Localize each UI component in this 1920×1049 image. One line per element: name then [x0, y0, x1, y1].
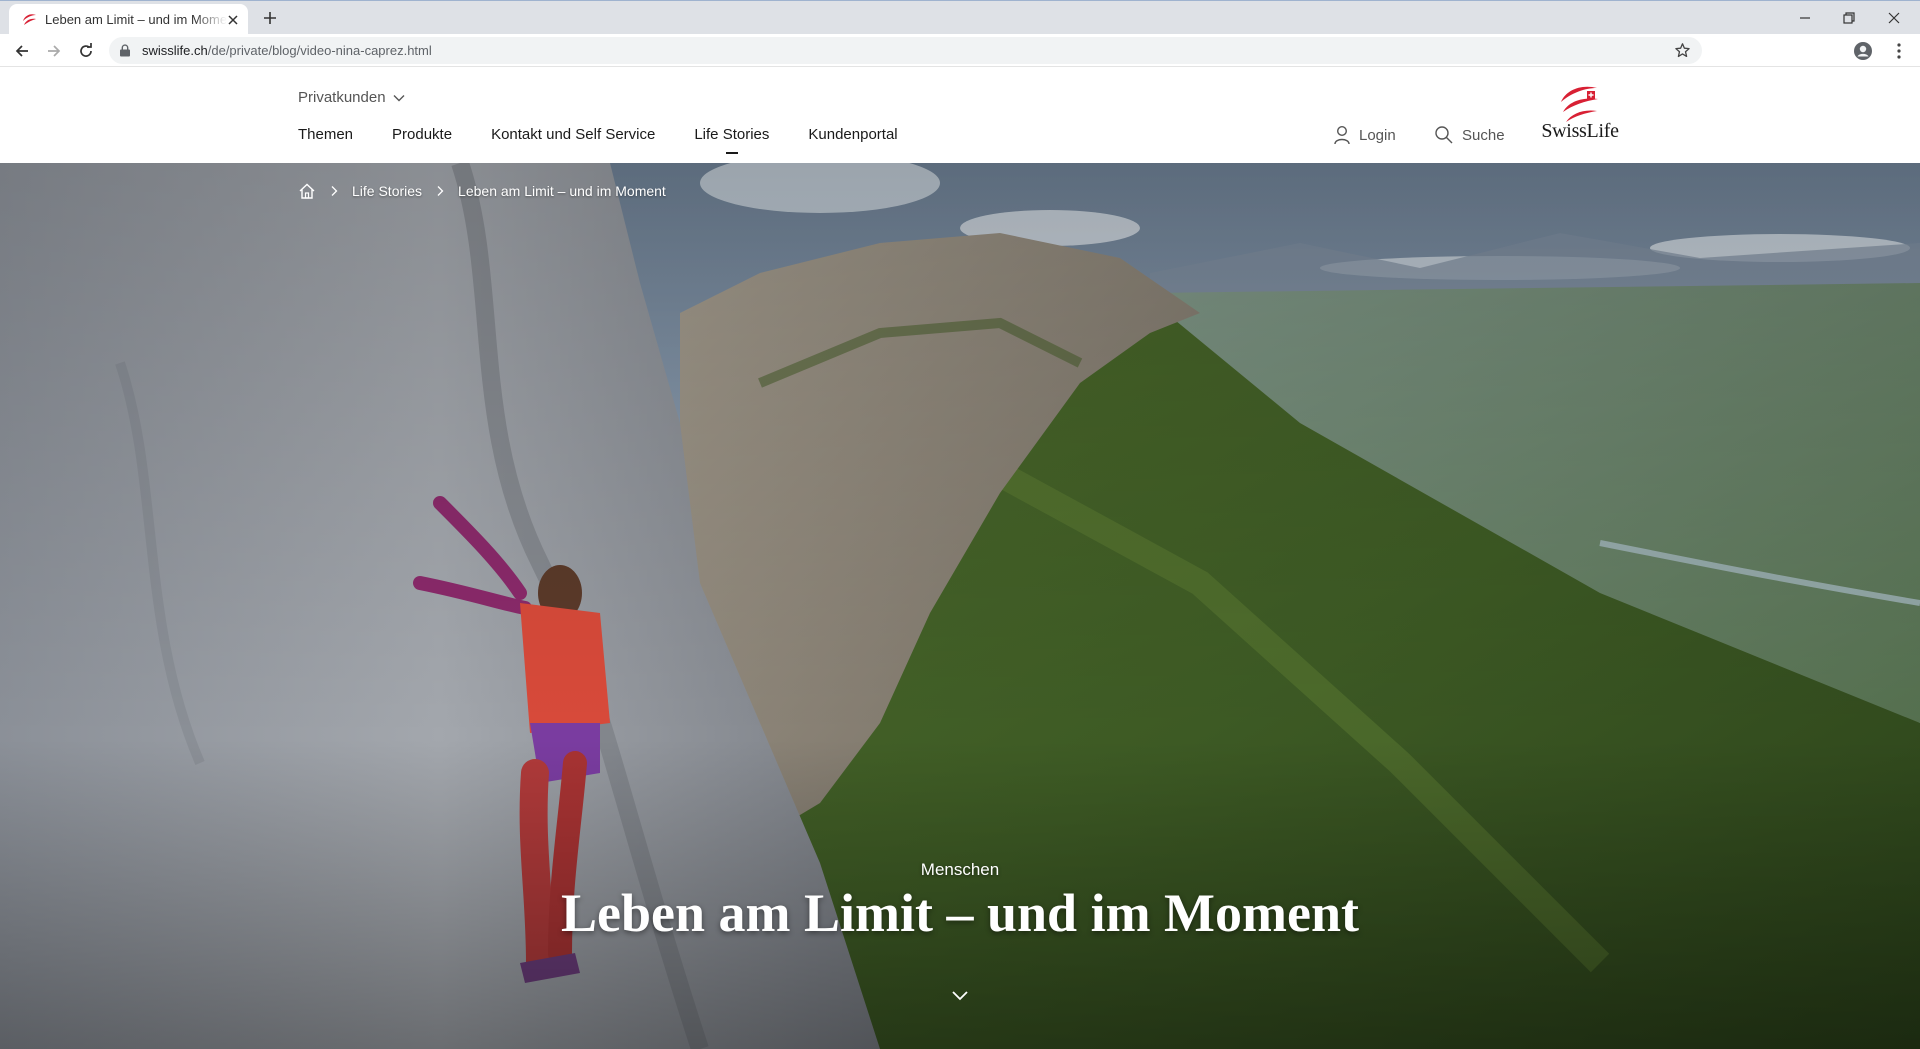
- address-bar[interactable]: swisslife.ch/de/private/blog/video-nina-…: [109, 37, 1702, 64]
- search-icon: [1435, 126, 1453, 144]
- login-link[interactable]: Login: [1333, 125, 1396, 145]
- url-host: swisslife.ch: [142, 43, 208, 58]
- back-arrow-icon[interactable]: [13, 42, 31, 60]
- search-label: Suche: [1462, 126, 1505, 144]
- window-close-icon[interactable]: [1884, 8, 1904, 28]
- lock-icon[interactable]: [119, 44, 131, 57]
- close-icon[interactable]: [226, 13, 240, 27]
- breadcrumb-current-page: Leben am Limit – und im Moment: [458, 183, 666, 199]
- swisslife-logo[interactable]: SwissLife: [1539, 84, 1621, 150]
- site-header: Privatkunden Themen Produkte Kontakt und…: [0, 67, 1920, 163]
- browser-toolbar: swisslife.ch/de/private/blog/video-nina-…: [0, 34, 1920, 67]
- main-navigation: Themen Produkte Kontakt und Self Service…: [298, 126, 937, 154]
- swisslife-logo-mark-icon: [1561, 86, 1598, 122]
- browser-tab[interactable]: Leben am Limit – und im Moment: [9, 4, 248, 35]
- segment-label: Privatkunden: [298, 89, 386, 106]
- search-link[interactable]: Suche: [1434, 125, 1505, 145]
- url-path: /de/private/blog/video-nina-caprez.html: [207, 43, 432, 58]
- login-label: Login: [1359, 126, 1396, 144]
- star-icon[interactable]: [1674, 42, 1691, 59]
- nav-item-kontakt-self-service[interactable]: Kontakt und Self Service: [491, 126, 655, 143]
- reload-icon[interactable]: [77, 42, 95, 60]
- url-text[interactable]: swisslife.ch/de/private/blog/video-nina-…: [142, 43, 432, 58]
- hero-section: Life Stories Leben am Limit – und im Mom…: [0, 163, 1920, 1049]
- breadcrumb-item-life-stories[interactable]: Life Stories: [352, 183, 422, 199]
- tab-title: Leben am Limit – und im Moment: [45, 12, 227, 27]
- nav-item-themen[interactable]: Themen: [298, 126, 353, 143]
- forward-arrow-icon[interactable]: [45, 42, 63, 60]
- hero-kicker: Menschen: [920, 860, 1000, 879]
- chevron-right-icon: [437, 186, 444, 196]
- logo-text: SwissLife: [1541, 120, 1619, 142]
- browser-tab-strip: Leben am Limit – und im Moment: [0, 0, 1920, 35]
- minimize-icon[interactable]: [1795, 8, 1815, 28]
- nav-item-life-stories[interactable]: Life Stories: [694, 126, 769, 154]
- user-icon: [1334, 125, 1350, 145]
- nav-item-produkte[interactable]: Produkte: [392, 126, 452, 143]
- chevron-right-icon: [331, 186, 338, 196]
- profile-icon[interactable]: [1853, 41, 1873, 61]
- kebab-menu-icon[interactable]: [1889, 41, 1909, 61]
- chevron-down-icon[interactable]: [950, 989, 970, 1003]
- chevron-down-icon: [393, 94, 405, 101]
- plus-icon[interactable]: [262, 10, 278, 26]
- restore-icon[interactable]: [1839, 8, 1859, 28]
- home-icon[interactable]: [298, 182, 316, 200]
- breadcrumb: Life Stories Leben am Limit – und im Mom…: [298, 182, 666, 200]
- swisslife-favicon-icon: [23, 14, 36, 25]
- segment-switcher[interactable]: Privatkunden: [298, 89, 406, 106]
- page-title: Leben am Limit – und im Moment: [560, 883, 1359, 943]
- nav-item-kundenportal[interactable]: Kundenportal: [808, 126, 897, 143]
